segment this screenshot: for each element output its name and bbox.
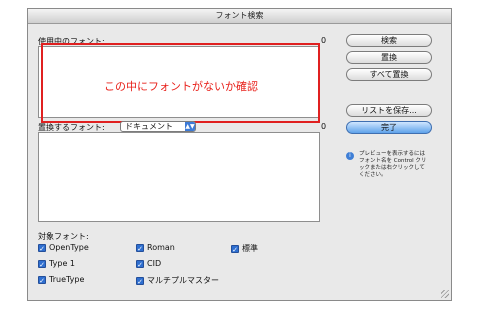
info-icon: i: [346, 152, 354, 160]
checkmark-icon: ✓: [136, 243, 144, 253]
checkmark-icon: ✓: [136, 276, 144, 286]
window-title: フォント検索: [28, 9, 451, 24]
checkmark-icon: ✓: [136, 259, 144, 269]
replace-button[interactable]: 置換: [346, 51, 432, 64]
preview-hint-text: プレビューを表示するにはフォント名を Control クリックまたは右クリックし…: [359, 151, 427, 178]
replace-all-button[interactable]: すべて置換: [346, 68, 432, 81]
checkbox-label: マルチプルマスター: [147, 276, 219, 285]
checkbox-label: OpenType: [49, 243, 89, 252]
checkbox-roman[interactable]: ✓ Roman: [136, 243, 175, 253]
checkbox-standard[interactable]: ✓ 標準: [231, 243, 258, 254]
annotation-text: この中にフォントがないか確認: [104, 80, 258, 93]
fonts-in-use-count: 0: [321, 36, 327, 45]
replace-with-count: 0: [321, 122, 327, 131]
replace-source-popup-value: ドキュメント: [125, 122, 173, 131]
checkbox-cid[interactable]: ✓ CID: [136, 259, 162, 269]
checkmark-icon: ✓: [231, 244, 239, 254]
resize-grip-icon[interactable]: [441, 290, 449, 298]
checkbox-label: TrueType: [49, 275, 85, 284]
replace-with-list[interactable]: [38, 132, 320, 222]
checkbox-type1[interactable]: ✓ Type 1: [38, 259, 76, 269]
popup-arrows-icon: ▲▼: [185, 122, 195, 131]
done-button[interactable]: 完了: [346, 121, 432, 134]
find-font-dialog: フォント検索 使用中のフォント: 0 この中にフォントがないか確認 置換するフォ…: [27, 8, 452, 301]
checkmark-icon: ✓: [38, 243, 46, 253]
checkbox-label: Type 1: [49, 259, 76, 268]
save-list-button[interactable]: リストを保存...: [346, 104, 432, 117]
checkmark-icon: ✓: [38, 275, 46, 285]
checkbox-label: 標準: [242, 244, 258, 253]
checkbox-opentype[interactable]: ✓ OpenType: [38, 243, 89, 253]
find-button[interactable]: 検索: [346, 34, 432, 47]
checkmark-icon: ✓: [38, 259, 46, 269]
target-fonts-label: 対象フォント:: [38, 232, 89, 241]
checkbox-label: CID: [147, 259, 162, 268]
replace-source-popup[interactable]: ドキュメント ▲▼: [120, 121, 196, 132]
checkbox-label: Roman: [147, 243, 175, 252]
checkbox-truetype[interactable]: ✓ TrueType: [38, 275, 85, 285]
checkbox-multiple-master[interactable]: ✓ マルチプルマスター: [136, 275, 219, 286]
